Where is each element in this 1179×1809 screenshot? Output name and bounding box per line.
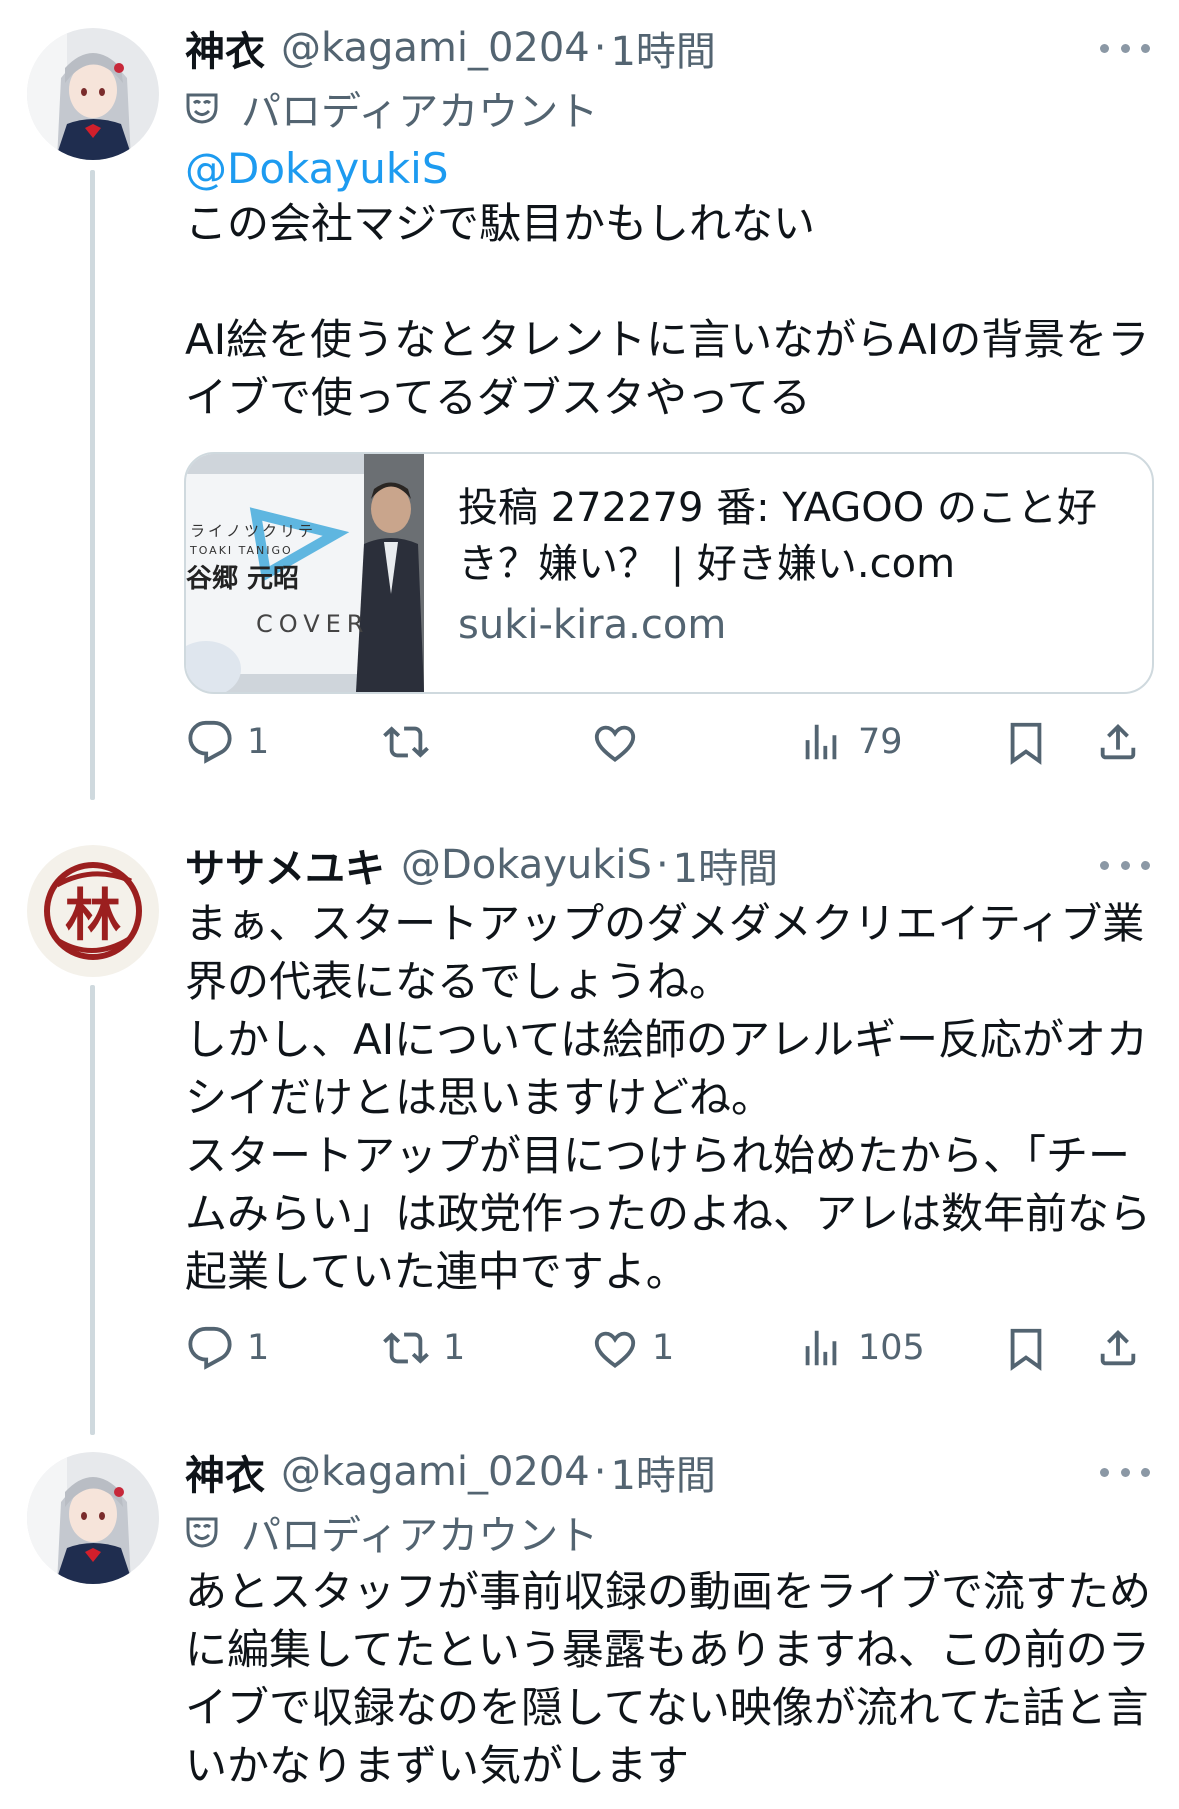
user-handle[interactable]: @kagami_0204 (281, 25, 590, 71)
display-name[interactable]: 神衣 (185, 19, 265, 77)
post-text: この会社マジで駄目かもしれない AI絵を使うなとタレントに言いながらAIの背景を… (185, 199, 1150, 422)
like-button[interactable] (592, 712, 652, 772)
parody-mask-icon (186, 93, 218, 124)
thread-line (90, 985, 95, 1435)
avatar[interactable] (27, 1452, 159, 1584)
timestamp[interactable]: 1時間 (610, 1443, 715, 1501)
avatar[interactable] (27, 28, 159, 160)
reply-button[interactable]: 1 (187, 712, 269, 772)
timestamp[interactable]: 1時間 (673, 836, 778, 894)
repost-icon (383, 1332, 429, 1364)
link-card-title: 投稿 272279 番: YAGOO のこと好き？嫌い？ | 好き嫌い.com (458, 485, 1097, 587)
user-handle[interactable]: @kagami_0204 (281, 1449, 590, 1495)
display-name[interactable]: ササメユキ (185, 836, 385, 894)
like-button[interactable]: 1 (592, 1318, 674, 1378)
parody-label-row: パロディアカウント (185, 1504, 598, 1560)
post-header: 神衣 @kagami_0204 · 1時間 (185, 18, 716, 78)
reply-count: 1 (247, 1328, 270, 1368)
views-button[interactable]: 79 (798, 712, 903, 772)
action-bar: 1 1 1 105 (185, 1318, 1150, 1378)
views-count: 79 (858, 722, 903, 762)
like-count: 1 (652, 1328, 675, 1368)
repost-count: 1 (443, 1328, 466, 1368)
views-icon (805, 724, 837, 760)
card-image-logo: COVER (256, 610, 370, 638)
link-card-image: ライノツクリテ TOAKI TANIGO 谷郷 元昭 COVER (186, 454, 424, 692)
views-button[interactable]: 105 (798, 1318, 925, 1378)
more-icon[interactable] (1100, 38, 1150, 58)
repost-button[interactable] (383, 712, 443, 772)
reply-icon (188, 720, 232, 764)
post-text: あとスタッフが事前収録の動画をライブで流すために編集してたという暴露もありますね… (185, 1567, 1152, 1790)
card-image-text: 谷郷 元昭 (186, 564, 300, 594)
avatar[interactable]: 林 (27, 845, 159, 977)
separator: · (593, 1449, 607, 1495)
like-icon (594, 1331, 636, 1369)
parody-account-label: パロディアカウント (241, 1513, 599, 1559)
repost-icon (383, 726, 429, 758)
parody-account-label: パロディアカウント (241, 89, 599, 135)
parody-mask-icon (186, 1517, 218, 1548)
share-icon (1100, 723, 1136, 760)
bookmark-button[interactable] (1003, 1318, 1049, 1378)
post-header: ササメユキ @DokayukiS · 1時間 (185, 835, 778, 895)
card-image-text: ライノツクリテ (190, 522, 317, 540)
share-button[interactable] (1095, 712, 1141, 772)
reply-count: 1 (247, 722, 270, 762)
more-icon[interactable] (1100, 1462, 1150, 1482)
share-icon (1100, 1329, 1136, 1366)
link-card[interactable]: ライノツクリテ TOAKI TANIGO 谷郷 元昭 COVER 投稿 2722… (184, 452, 1154, 694)
separator: · (655, 842, 669, 888)
link-card-domain: suki-kira.com (458, 602, 727, 648)
card-image-text: TOAKI TANIGO (190, 544, 293, 557)
bookmark-button[interactable] (1003, 712, 1049, 772)
avatar-glyph: 林 (65, 883, 121, 949)
reply-button[interactable]: 1 (187, 1318, 269, 1378)
like-icon (594, 725, 636, 763)
user-handle[interactable]: @DokayukiS (401, 842, 652, 888)
separator: · (593, 25, 607, 71)
views-icon (805, 1330, 837, 1366)
post-text: まぁ、スタートアップのダメダメクリエイティブ業界の代表になるでしょうね。 しかし… (185, 899, 1152, 1296)
reply-icon (188, 1326, 232, 1370)
bookmark-icon (1010, 1328, 1042, 1371)
post-header: 神衣 @kagami_0204 · 1時間 (185, 1442, 716, 1502)
repost-button[interactable]: 1 (383, 1318, 465, 1378)
reply-mention[interactable]: @DokayukiS (185, 140, 1160, 198)
parody-label-row: パロディアカウント (185, 80, 598, 136)
timestamp[interactable]: 1時間 (610, 19, 715, 77)
display-name[interactable]: 神衣 (185, 1443, 265, 1501)
action-bar: 1 79 (185, 712, 1150, 772)
more-icon[interactable] (1100, 855, 1150, 875)
share-button[interactable] (1095, 1318, 1141, 1378)
views-count: 105 (858, 1328, 925, 1368)
thread-line (90, 170, 95, 800)
bookmark-icon (1010, 722, 1042, 765)
